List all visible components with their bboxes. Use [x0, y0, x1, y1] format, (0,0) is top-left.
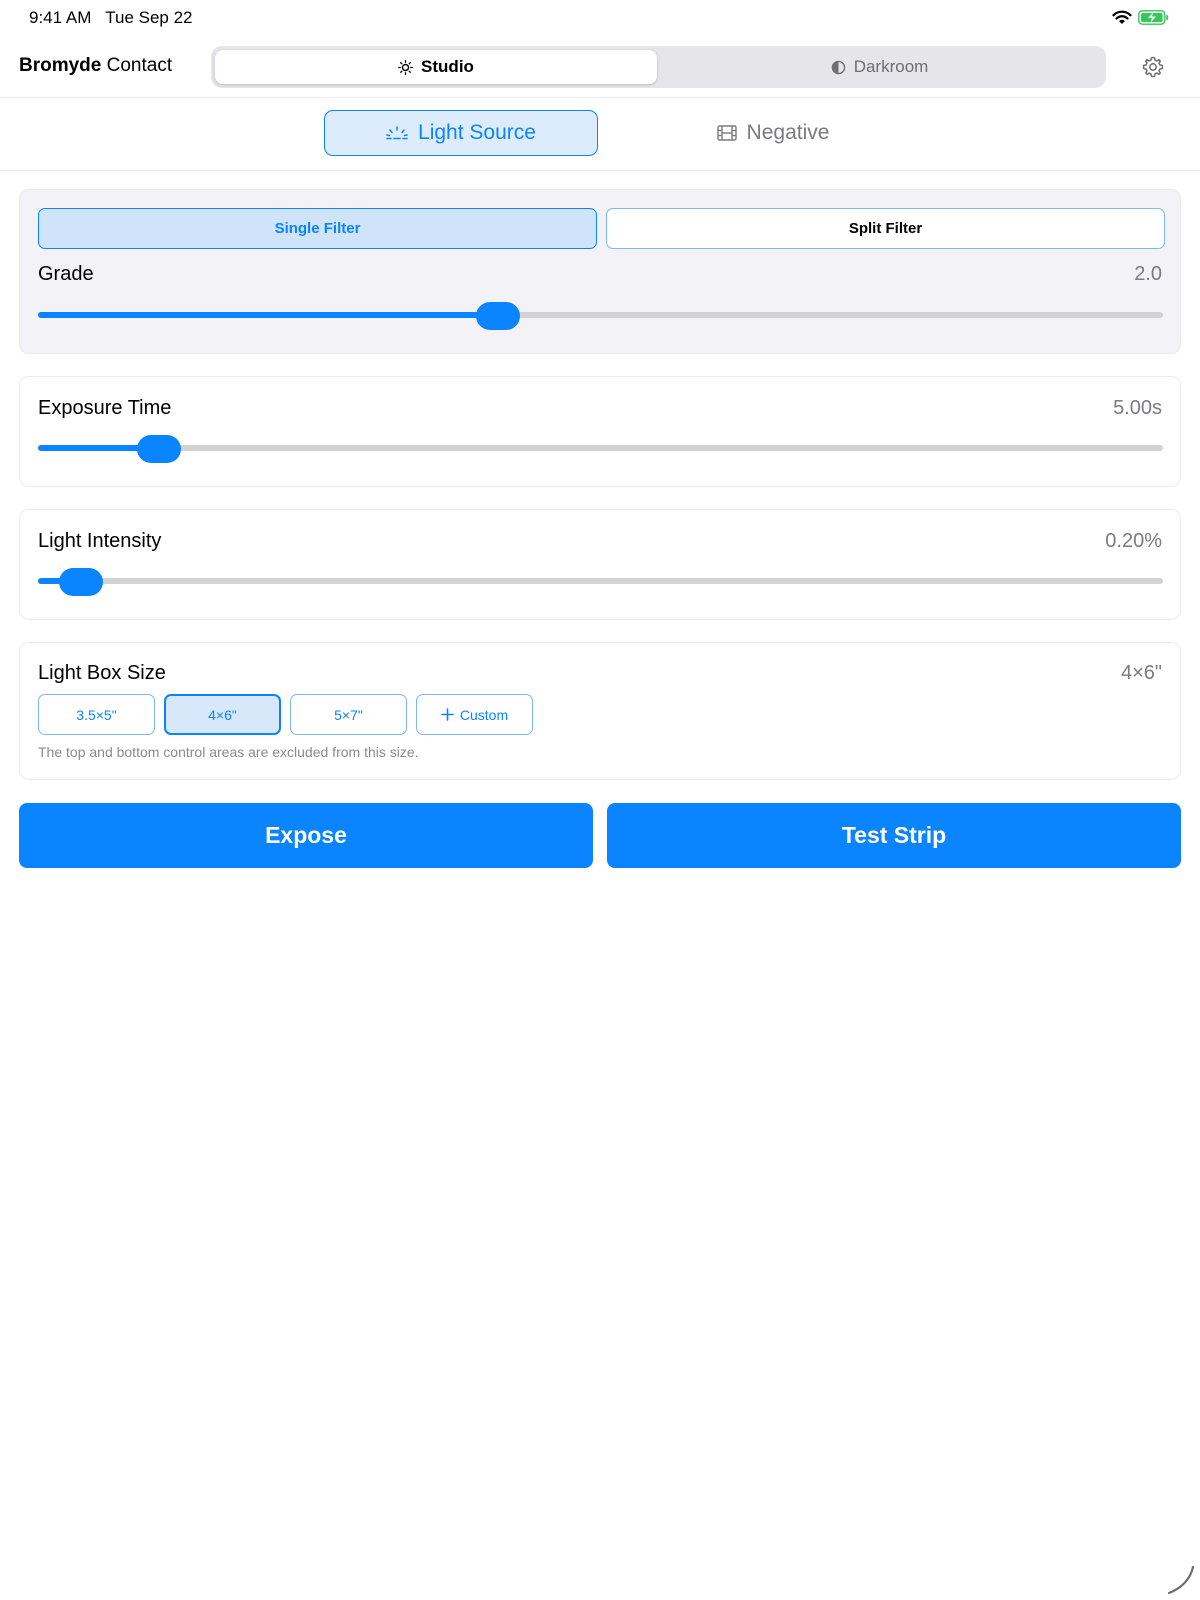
- battery-charging-icon: [1138, 10, 1169, 25]
- film-icon: [716, 125, 737, 141]
- half-circle-icon: [831, 60, 845, 74]
- single-filter-button[interactable]: Single Filter: [38, 208, 597, 249]
- plus-icon: [441, 708, 454, 721]
- light-box-note: The top and bottom control areas are exc…: [38, 744, 419, 760]
- size-option-5x7[interactable]: 5×7": [290, 694, 407, 735]
- exposure-label: Exposure Time: [38, 397, 172, 419]
- grade-value: 2.0: [1134, 263, 1162, 285]
- status-time: 9:41 AM Tue Sep 22: [29, 8, 193, 27]
- expose-button[interactable]: Expose: [19, 803, 593, 868]
- grade-label: Grade: [38, 263, 94, 285]
- slider-track: [38, 578, 1163, 584]
- light-source-icon: [386, 126, 408, 140]
- tab-light-source[interactable]: Light Source: [324, 110, 598, 156]
- exposure-card: Exposure Time 5.00s: [19, 376, 1181, 487]
- size-option-3-5x5[interactable]: 3.5×5": [38, 694, 155, 735]
- custom-size-button[interactable]: Custom: [416, 694, 533, 735]
- filter-grade-card: Single Filter Split Filter Grade 2.0: [19, 189, 1181, 354]
- slider-thumb[interactable]: [58, 568, 103, 596]
- gear-icon[interactable]: [1141, 55, 1165, 79]
- tab-studio[interactable]: Studio: [215, 50, 657, 84]
- slider-thumb[interactable]: [137, 435, 182, 463]
- tab-negative[interactable]: Negative: [636, 110, 910, 156]
- exposure-slider[interactable]: [38, 435, 1163, 463]
- light-box-value: 4×6": [1120, 662, 1162, 684]
- tab-negative-label: Negative: [746, 121, 830, 144]
- wifi-icon: [1112, 10, 1132, 24]
- tab-studio-label: Studio: [421, 57, 474, 76]
- app-title: Bromyde Contact: [19, 55, 173, 76]
- tab-darkroom[interactable]: Darkroom: [657, 50, 1102, 84]
- tab-darkroom-label: Darkroom: [853, 57, 929, 76]
- test-strip-button[interactable]: Test Strip: [607, 803, 1181, 868]
- size-option-4x6[interactable]: 4×6": [164, 694, 281, 735]
- resize-corner-icon: [1167, 1565, 1195, 1595]
- grade-slider[interactable]: [38, 302, 1163, 330]
- intensity-label: Light Intensity: [38, 530, 162, 552]
- exposure-value: 5.00s: [1113, 397, 1162, 419]
- intensity-slider[interactable]: [38, 568, 1163, 596]
- custom-size-label: Custom: [459, 706, 509, 723]
- mode-segmented-control: Studio Darkroom: [211, 46, 1106, 88]
- intensity-card: Light Intensity 0.20%: [19, 509, 1181, 620]
- split-filter-button[interactable]: Split Filter: [606, 208, 1165, 249]
- status-icons: [1112, 10, 1170, 25]
- slider-track: [38, 445, 1163, 451]
- intensity-value: 0.20%: [1105, 530, 1162, 552]
- light-box-label: Light Box Size: [38, 662, 166, 684]
- header-divider: [0, 97, 1200, 98]
- tab-light-source-label: Light Source: [418, 121, 536, 144]
- slider-thumb[interactable]: [475, 302, 520, 330]
- light-box-card: Light Box Size 4×6" 3.5×5" 4×6" 5×7" Cus…: [19, 642, 1181, 780]
- subtab-divider: [0, 170, 1200, 171]
- slider-fill: [38, 312, 498, 318]
- sun-icon: [398, 59, 413, 75]
